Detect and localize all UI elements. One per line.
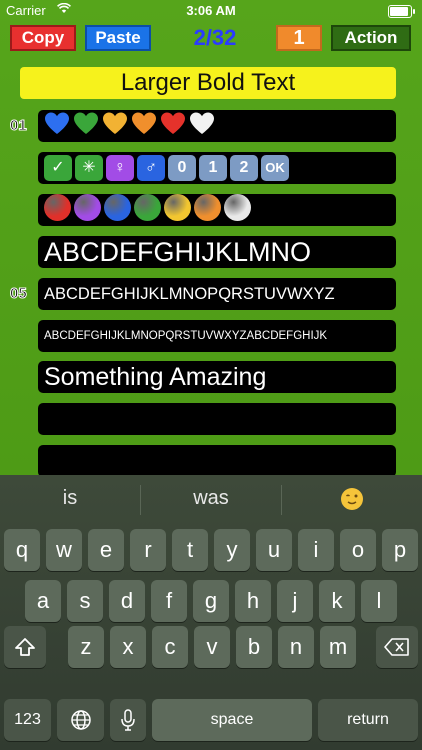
text-row-medium[interactable]: ABCDEFGHIJKLMNOPQRSTUVWXYZ [38, 278, 396, 310]
circle-icon [44, 194, 71, 221]
key-s[interactable]: s [67, 580, 103, 622]
key-w[interactable]: w [46, 529, 82, 571]
ok-button-icon: OK [261, 155, 289, 181]
backspace-key[interactable] [376, 626, 418, 668]
key-h[interactable]: h [235, 580, 271, 622]
globe-icon[interactable] [57, 699, 104, 741]
suggestion-is[interactable]: is [0, 487, 140, 510]
key-d[interactable]: d [109, 580, 145, 622]
key-n[interactable]: n [278, 626, 314, 668]
circle-icon [224, 194, 251, 221]
keycap-1-icon: 1 [199, 155, 227, 181]
text-row-large[interactable]: ABCDEFGHIJKLMNO [38, 236, 396, 268]
key-c[interactable]: c [152, 626, 188, 668]
key-y[interactable]: y [214, 529, 250, 571]
key-x[interactable]: x [110, 626, 146, 668]
heart-row[interactable] [38, 110, 396, 142]
empty-row-2[interactable] [38, 445, 396, 477]
heart-icon [102, 111, 128, 137]
keycap-2-icon: 2 [230, 155, 258, 181]
key-z[interactable]: z [68, 626, 104, 668]
heart-icon [73, 111, 99, 137]
paste-button[interactable]: Paste [85, 25, 151, 51]
action-button[interactable]: Action [331, 25, 411, 51]
alphabet-large: ABCDEFGHIJKLMNO [44, 236, 312, 267]
keycap-0-icon: 0 [168, 155, 196, 181]
suggestion-was[interactable]: was [141, 487, 281, 510]
key-u[interactable]: u [256, 529, 292, 571]
key-e[interactable]: e [88, 529, 124, 571]
key-b[interactable]: b [236, 626, 272, 668]
empty-row-1[interactable] [38, 403, 396, 435]
copy-button[interactable]: Copy [10, 25, 76, 51]
key-j[interactable]: j [277, 580, 313, 622]
alphabet-medium: ABCDEFGHIJKLMNOPQRSTUVWXYZ [44, 284, 335, 303]
count-button[interactable]: 1 [276, 25, 322, 51]
circles-container [44, 194, 254, 226]
key-g[interactable]: g [193, 580, 229, 622]
check-mark-icon: ✓ [44, 155, 72, 181]
text-row-something[interactable]: Something Amazing [38, 361, 396, 393]
key-m[interactable]: m [320, 626, 356, 668]
suggestion-bar: is was [0, 475, 422, 525]
battery-icon [388, 5, 415, 18]
circle-icon [74, 194, 101, 221]
clock: 3:06 AM [186, 3, 236, 18]
asterisk-icon: ✳ [75, 155, 103, 181]
symbol-row[interactable]: ✓ ✳ ♀ ♂ 0 1 2 OK [38, 152, 396, 184]
suggestion-emoji-wink[interactable] [282, 487, 422, 517]
heart-icon [131, 111, 157, 137]
key-r[interactable]: r [130, 529, 166, 571]
heart-icon [160, 111, 186, 137]
text-row-small[interactable]: ABCDEFGHIJKLMNOPQRSTUVWXYZABCDEFGHIJK [38, 320, 396, 352]
women-symbol-icon: ♀ [106, 155, 134, 181]
key-t[interactable]: t [172, 529, 208, 571]
key-f[interactable]: f [151, 580, 187, 622]
row-number-05: 05 [10, 285, 28, 303]
heart-icon [189, 111, 215, 137]
banner-title: Larger Bold Text [20, 67, 396, 99]
alphabet-small: ABCDEFGHIJKLMNOPQRSTUVWXYZABCDEFGHIJK [44, 330, 328, 342]
heart-icon [44, 111, 70, 137]
key-v[interactable]: v [194, 626, 230, 668]
row-number-01: 01 [10, 117, 28, 135]
return-key[interactable]: return [318, 699, 418, 741]
circle-row[interactable] [38, 194, 396, 226]
key-k[interactable]: k [319, 580, 355, 622]
shift-key[interactable] [4, 626, 46, 668]
circle-icon [194, 194, 221, 221]
status-bar: Carrier 3:06 AM [0, 0, 422, 22]
page-counter: 2/32 [193, 25, 237, 50]
numbers-key[interactable]: 123 [4, 699, 51, 741]
key-p[interactable]: p [382, 529, 418, 571]
key-i[interactable]: i [298, 529, 334, 571]
circle-icon [134, 194, 161, 221]
key-o[interactable]: o [340, 529, 376, 571]
key-a[interactable]: a [25, 580, 61, 622]
circle-icon [104, 194, 131, 221]
app-canvas: Carrier 3:06 AM Copy Paste 2/32 1 Action… [0, 0, 422, 477]
space-key[interactable]: space [152, 699, 312, 741]
something-amazing-text: Something Amazing [44, 362, 267, 391]
hearts-container [44, 111, 218, 142]
microphone-icon[interactable] [110, 699, 146, 741]
key-l[interactable]: l [361, 580, 397, 622]
circle-icon [164, 194, 191, 221]
winking-face-icon [341, 488, 363, 510]
key-q[interactable]: q [4, 529, 40, 571]
men-symbol-icon: ♂ [137, 155, 165, 181]
keyboard: is was qwertyuiop asdfghjkl zxcvbnm 123 … [0, 475, 422, 750]
